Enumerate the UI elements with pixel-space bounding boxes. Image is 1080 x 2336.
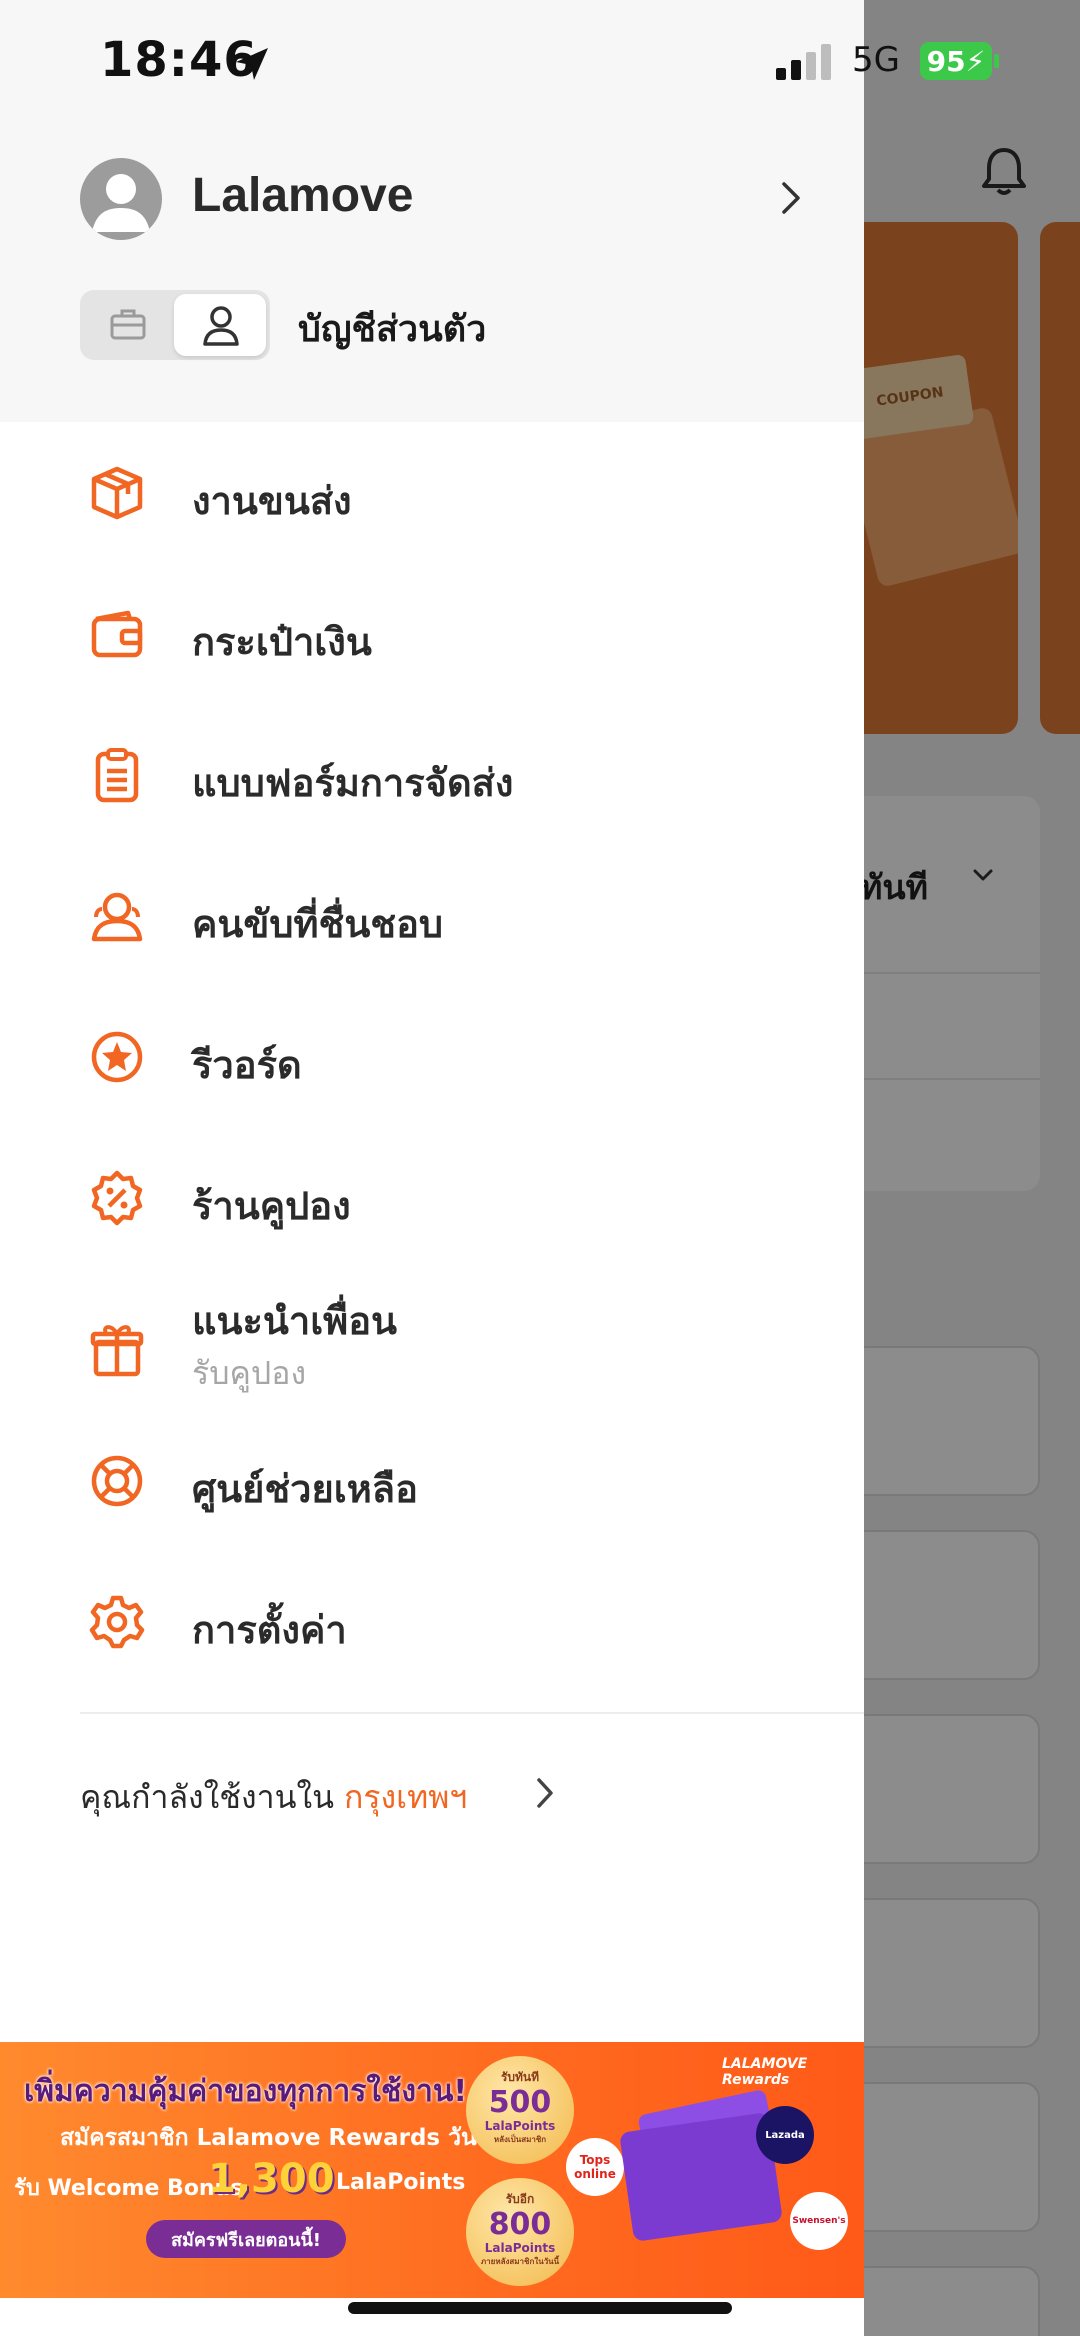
account-type-toggle[interactable] xyxy=(80,290,270,360)
menu-item-rewards[interactable]: รีวอร์ด xyxy=(0,996,864,1116)
menu-item-sublabel: รับคูปอง xyxy=(192,1354,307,1392)
lifebuoy-icon xyxy=(91,1455,143,1507)
coin-note: หลังเป็นสมาชิก xyxy=(493,2135,547,2144)
charging-bolt-icon: ⚡ xyxy=(965,44,986,78)
menu-item-coupon-shop[interactable]: ร้านคูปอง xyxy=(0,1137,864,1257)
screen: COUPON ทันที 18:46 5G 95 ⚡ Lalamove บัญช… xyxy=(0,0,1080,2336)
coupon-badge-icon xyxy=(91,1170,143,1226)
coin-value: 500 xyxy=(488,2085,552,2120)
banner-points-label: LalaPoints xyxy=(336,2170,466,2195)
banner-bonus-amount: 1,300 xyxy=(208,2156,335,2202)
menu-item-label: การตั้งค่า xyxy=(192,1608,347,1652)
menu-item-favorite-drivers[interactable]: คนขับที่ชื่นชอบ xyxy=(0,855,864,975)
tops-online-logo: Tops online xyxy=(566,2138,624,2196)
menu-item-label: แบบฟอร์มการจัดส่ง xyxy=(192,761,514,805)
rewards-star-icon xyxy=(91,1031,143,1083)
menu-item-settings[interactable]: การตั้งค่า xyxy=(0,1561,864,1681)
divider xyxy=(80,1712,864,1714)
menu-item-delivery-forms[interactable]: แบบฟอร์มการจัดส่ง xyxy=(0,714,864,834)
favorite-drivers-icon xyxy=(91,892,143,942)
city-prefix: คุณกำลังใช้งานใน xyxy=(80,1778,334,1816)
menu-item-label: คนขับที่ชื่นชอบ xyxy=(192,902,444,946)
menu-item-label: กระเป๋าเงิน xyxy=(192,620,372,664)
menu-item-label: แนะนำเพื่อน xyxy=(192,1299,398,1343)
gear-icon xyxy=(89,1595,145,1649)
wallet-icon xyxy=(91,610,143,658)
location-arrow-icon xyxy=(236,48,268,80)
rewards-promo-banner[interactable]: LALAMOVE Rewards เพิ่มความคุ้มค่าของทุกก… xyxy=(0,2042,864,2298)
package-icon xyxy=(91,466,143,520)
menu-item-label: งานขนส่ง xyxy=(192,479,352,523)
chevron-right-icon[interactable] xyxy=(778,180,804,216)
lalamove-rewards-logo: LALAMOVE Rewards xyxy=(722,2056,808,2088)
briefcase-icon[interactable] xyxy=(110,308,146,340)
banner-title: เพิ่มความคุ้มค่าของทุกการใช้งาน! xyxy=(24,2074,468,2109)
banner-subtitle: สมัครสมาชิก Lalamove Rewards วันนี้ xyxy=(60,2125,493,2151)
side-drawer: 18:46 5G 95 ⚡ Lalamove บัญชีส่วนตัว งานขน… xyxy=(0,0,999,2336)
menu-item-label: ศูนย์ช่วยเหลือ xyxy=(192,1467,418,1511)
chevron-right-icon xyxy=(537,1778,553,1808)
notification-bell-icon[interactable] xyxy=(980,146,1028,198)
battery-indicator: 95 ⚡ xyxy=(920,42,992,80)
gift-icon xyxy=(90,1325,144,1377)
clipboard-icon xyxy=(95,748,139,803)
coin-badge-800: รับอีก 800 LalaPoints ภายหลังสมาชิกในวัน… xyxy=(466,2178,574,2286)
battery-level: 95 xyxy=(926,44,966,78)
avatar[interactable] xyxy=(80,158,162,240)
signup-button[interactable]: สมัครฟรีเลยตอนนี้! xyxy=(146,2220,346,2258)
coin-value: 800 xyxy=(488,2207,552,2242)
menu-item-label: ร้านคูปอง xyxy=(192,1184,351,1228)
account-type-label: บัญชีส่วนตัว xyxy=(298,309,487,350)
city-selector[interactable]: คุณกำลังใช้งานใน กรุงเทพฯ xyxy=(80,1772,553,1828)
personal-account-option[interactable] xyxy=(174,294,266,356)
network-type: 5G xyxy=(852,40,900,80)
coin-unit: LalaPoints xyxy=(484,2119,556,2133)
person-icon xyxy=(203,306,239,346)
lazada-logo: Lazada xyxy=(756,2106,814,2164)
coin-unit: LalaPoints xyxy=(484,2241,556,2255)
home-indicator[interactable] xyxy=(348,2302,732,2314)
menu-item-help-center[interactable]: ศูนย์ช่วยเหลือ xyxy=(0,1420,864,1540)
swensens-logo: Swensen's xyxy=(790,2192,848,2250)
battery-tip xyxy=(994,54,999,68)
menu-item-wallet[interactable]: กระเป๋าเงิน xyxy=(0,573,864,693)
menu-item-refer-friend[interactable]: แนะนำเพื่อน รับคูปอง xyxy=(0,1278,864,1428)
city-name: กรุงเทพฯ xyxy=(343,1778,468,1816)
coin-badge-500: รับทันที 500 LalaPoints หลังเป็นสมาชิก xyxy=(466,2056,574,2164)
profile-name[interactable]: Lalamove xyxy=(192,168,413,223)
menu-item-orders[interactable]: งานขนส่ง xyxy=(0,432,864,552)
signal-icon xyxy=(776,44,831,80)
coin-note: ภายหลังสมาชิกในวันนี้ xyxy=(480,2257,560,2266)
user-silhouette-icon xyxy=(92,174,150,232)
menu-item-label: รีวอร์ด xyxy=(192,1043,302,1087)
